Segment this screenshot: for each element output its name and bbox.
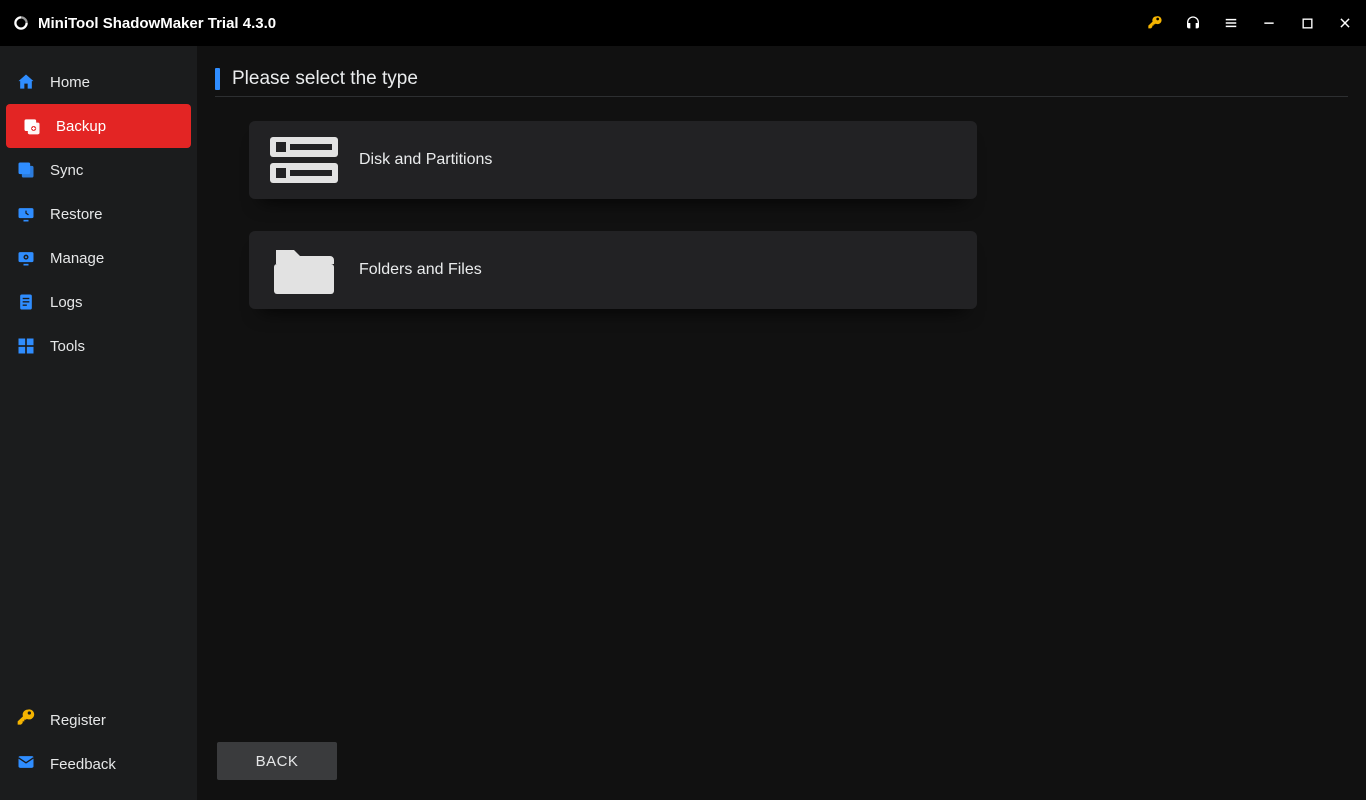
disk-partitions-icon	[249, 133, 359, 187]
sidebar-feedback[interactable]: Feedback	[0, 742, 197, 786]
sidebar-item-sync[interactable]: Sync	[0, 148, 197, 192]
main-panel: Please select the type Disk and Partitio…	[197, 46, 1366, 800]
sidebar-item-label: Manage	[50, 250, 104, 267]
minimize-icon[interactable]	[1260, 14, 1278, 32]
sidebar-register-label: Register	[50, 712, 106, 729]
home-icon	[16, 72, 36, 92]
sidebar-item-label: Home	[50, 74, 90, 91]
logs-icon	[16, 292, 36, 312]
key-register-icon	[16, 708, 36, 732]
sidebar-item-label: Restore	[50, 206, 103, 223]
maximize-icon[interactable]	[1298, 14, 1316, 32]
mail-feedback-icon	[16, 752, 36, 776]
menu-icon[interactable]	[1222, 14, 1240, 32]
restore-icon	[16, 204, 36, 224]
close-icon[interactable]	[1336, 14, 1354, 32]
content-area: Disk and Partitions Folders and Files	[197, 107, 1366, 742]
app-logo-icon	[12, 14, 30, 32]
sidebar-item-restore[interactable]: Restore	[0, 192, 197, 236]
titlebar: MiniTool ShadowMaker Trial 4.3.0	[0, 0, 1366, 46]
sidebar-feedback-label: Feedback	[50, 756, 116, 773]
sidebar-item-manage[interactable]: Manage	[0, 236, 197, 280]
sidebar-item-label: Sync	[50, 162, 83, 179]
key-icon[interactable]	[1146, 14, 1164, 32]
titlebar-right	[1146, 14, 1354, 32]
sidebar-bottom: Register Feedback	[0, 690, 197, 800]
option-disk-partitions[interactable]: Disk and Partitions	[249, 121, 977, 199]
footer: BACK	[197, 742, 1366, 800]
titlebar-left: MiniTool ShadowMaker Trial 4.3.0	[12, 14, 276, 32]
content-header: Please select the type	[215, 68, 1348, 97]
back-button[interactable]: BACK	[217, 742, 337, 780]
header-accent-bar	[215, 68, 220, 90]
sidebar-register[interactable]: Register	[0, 698, 197, 742]
app-body: Home Backup Sync Restore	[0, 46, 1366, 800]
headset-icon[interactable]	[1184, 14, 1202, 32]
sidebar-item-logs[interactable]: Logs	[0, 280, 197, 324]
sidebar-item-home[interactable]: Home	[0, 60, 197, 104]
sidebar-item-tools[interactable]: Tools	[0, 324, 197, 368]
backup-icon	[22, 116, 42, 136]
window-title: MiniTool ShadowMaker Trial 4.3.0	[38, 15, 276, 32]
sidebar: Home Backup Sync Restore	[0, 46, 197, 800]
sidebar-item-label: Backup	[56, 118, 106, 135]
page-title: Please select the type	[232, 68, 418, 90]
manage-icon	[16, 248, 36, 268]
sidebar-item-backup[interactable]: Backup	[6, 104, 191, 148]
option-label: Disk and Partitions	[359, 151, 492, 169]
option-folders-files[interactable]: Folders and Files	[249, 231, 977, 309]
sync-icon	[16, 160, 36, 180]
sidebar-item-label: Logs	[50, 294, 83, 311]
sidebar-nav: Home Backup Sync Restore	[0, 60, 197, 690]
option-label: Folders and Files	[359, 261, 482, 279]
tools-icon	[16, 336, 36, 356]
sidebar-item-label: Tools	[50, 338, 85, 355]
folders-files-icon	[249, 240, 359, 300]
